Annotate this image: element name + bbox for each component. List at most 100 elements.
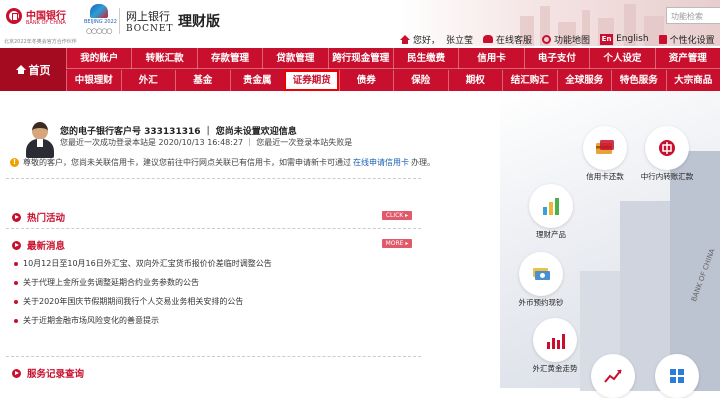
olympic-logo: BEIJING 2022 ○○○○○ [84, 4, 114, 36]
arrow-circle-icon [12, 213, 21, 222]
quick-extra-1[interactable] [586, 354, 640, 398]
quick-fx-gold-trend[interactable]: 外汇黄金走势 [528, 318, 582, 373]
nav-item-row2-6[interactable]: 保险 [393, 70, 448, 91]
nav-item-row2-11[interactable]: 大宗商品 [666, 70, 720, 91]
nav-item-row2-8[interactable]: 结汇购汇 [502, 70, 557, 91]
service-icon [483, 35, 493, 43]
quick-wealth-products[interactable]: 理财产品 [524, 184, 578, 239]
nav-item-row2-0[interactable]: 中银理财 [66, 70, 121, 91]
english-icon: En [600, 34, 613, 45]
nav-item-row2-9[interactable]: 全球服务 [557, 70, 612, 91]
function-map-label: 功能地图 [554, 33, 590, 46]
quick-label: 中行内转账汇款 [640, 172, 694, 181]
nav-item-row1-4[interactable]: 跨行现金管理 [328, 48, 393, 69]
personal-settings-link[interactable]: 个性化设置 [659, 33, 715, 46]
news-item-title: 10月12日至10月16日外汇宝、双向外汇宝货币报价价差临时调整公告 [23, 254, 272, 273]
bank-name-en: BOCNET [126, 24, 174, 34]
nav-item-row1-6[interactable]: 信用卡 [458, 48, 523, 69]
online-service-label: 在线客服 [496, 33, 532, 46]
quick-foreign-cash-booking[interactable]: 外币预约现钞 [514, 252, 568, 307]
trend-chart-icon [544, 329, 566, 351]
nav-item-row2-2[interactable]: 基金 [175, 70, 230, 91]
windows-icon [666, 365, 688, 387]
news-list: 10月12日至10月16日外汇宝、双向外汇宝货币报价价差临时调整公告关于代理上金… [14, 254, 414, 330]
english-link[interactable]: En English [600, 34, 649, 45]
quick-credit-card-repay[interactable]: 信用卡还款 [578, 126, 632, 181]
news-item[interactable]: 关于2020年国庆节假期期间我行个人交易业务相关安排的公告 [14, 292, 414, 311]
service-records-header[interactable]: 服务记录查询 [12, 366, 84, 380]
hot-click-button[interactable]: CLICK ▸ [382, 211, 412, 220]
sponsor-note: 北京2022年冬奥会官方合作伙伴 [4, 38, 77, 45]
settings-icon [659, 35, 667, 44]
nav-item-row1-8[interactable]: 个人设定 [589, 48, 654, 69]
quick-label: 外汇黄金走势 [528, 364, 582, 373]
latest-news-header[interactable]: 最新消息 [12, 238, 65, 252]
bar-chart-icon [540, 195, 562, 217]
function-map-link[interactable]: 功能地图 [542, 33, 590, 46]
nav-item-row1-3[interactable]: 贷款管理 [262, 48, 327, 69]
hot-activities-title: 热门活动 [27, 210, 65, 224]
nav-home[interactable]: 首页 [0, 48, 66, 91]
divider [6, 228, 421, 229]
boc-logo-en: BANK OF CHINA [26, 20, 66, 26]
last-login-line: 您最近一次成功登录本站是 2020/10/13 16:48:27 ｜ 您最近一次… [60, 137, 352, 148]
credit-card-icon [594, 137, 616, 159]
quick-boc-transfer[interactable]: 中行内转账汇款 [640, 126, 694, 181]
nav-item-row1-5[interactable]: 民生缴费 [393, 48, 458, 69]
username: 张立莹 [446, 33, 473, 46]
nav-item-row1-7[interactable]: 电子支付 [524, 48, 589, 69]
header-divider [119, 8, 120, 34]
customer-avatar [24, 122, 56, 158]
apply-credit-card-link[interactable]: 在线申请信用卡 [353, 157, 409, 168]
olympic-text: BEIJING 2022 [84, 19, 117, 25]
warning-icon: ! [10, 158, 19, 167]
quick-extra-2[interactable] [650, 354, 704, 398]
service-records-title: 服务记录查询 [27, 366, 84, 380]
notice-suffix: 办理。 [411, 157, 435, 168]
nav-item-row2-4[interactable]: 证券期货 [284, 70, 339, 91]
news-item[interactable]: 10月12日至10月16日外汇宝、双向外汇宝货币报价价差临时调整公告 [14, 254, 414, 273]
greeting: 您好， 张立莹 [400, 33, 473, 46]
line-chart-icon [602, 365, 624, 387]
nav-item-row1-1[interactable]: 转账汇款 [131, 48, 196, 69]
user-bar: 您好， 张立莹 在线客服 功能地图 En English 个性化设置 [400, 32, 720, 46]
hot-activities-header[interactable]: 热门活动 [12, 210, 65, 224]
divider [6, 356, 421, 357]
nav-item-row2-5[interactable]: 债券 [339, 70, 394, 91]
boc-logo[interactable]: 中国银行 BANK OF CHINA [6, 6, 76, 30]
edition-title: 理财版 [178, 11, 220, 31]
nav-item-row1-9[interactable]: 资产管理 [655, 48, 720, 69]
map-icon [542, 35, 551, 44]
divider [6, 178, 421, 179]
nav-item-row1-2[interactable]: 存款管理 [197, 48, 262, 69]
quick-label: 外币预约现钞 [514, 298, 568, 307]
english-label: English [616, 34, 649, 44]
bullet-icon [14, 262, 18, 266]
greeting-text: 您好， [413, 33, 440, 46]
arrow-circle-icon [12, 241, 21, 250]
news-item-title: 关于近期金融市场风险变化的善意提示 [23, 311, 159, 330]
nav-item-row1-0[interactable]: 我的账户 [66, 48, 131, 69]
boc-logo-icon [6, 8, 22, 24]
news-item[interactable]: 关于代理上金所业务调整延期合约业务参数的公告 [14, 273, 414, 292]
news-more-button[interactable]: MORE ▸ [382, 239, 412, 248]
bullet-icon [14, 281, 18, 285]
online-service-link[interactable]: 在线客服 [483, 33, 532, 46]
latest-news-title: 最新消息 [27, 238, 65, 252]
nav-item-row2-10[interactable]: 特色服务 [611, 70, 666, 91]
news-item[interactable]: 关于近期金融市场风险变化的善意提示 [14, 311, 414, 330]
customer-number-line: 您的电子银行客户号 333131316 ｜ 您尚未设置欢迎信息 [60, 124, 297, 137]
bullet-icon [14, 300, 18, 304]
credit-card-notice: ! 尊敬的客户，您尚未关联信用卡，建议您前往中行网点关联已有信用卡，如需申请新卡… [10, 157, 435, 168]
nav-item-row2-3[interactable]: 贵金属 [230, 70, 285, 91]
quick-label: 信用卡还款 [578, 172, 632, 181]
bullet-icon [14, 319, 18, 323]
home-icon [16, 65, 26, 70]
header: 中国银行 BANK OF CHINA BEIJING 2022 ○○○○○ 北京… [0, 0, 720, 46]
olympic-emblem-icon [90, 4, 108, 18]
nav-item-row2-7[interactable]: 期权 [448, 70, 503, 91]
nav-item-row2-1[interactable]: 外汇 [121, 70, 176, 91]
nav-home-label: 首页 [29, 62, 51, 78]
function-search-input[interactable]: 功能检索 [666, 7, 720, 24]
personal-settings-label: 个性化设置 [670, 33, 715, 46]
